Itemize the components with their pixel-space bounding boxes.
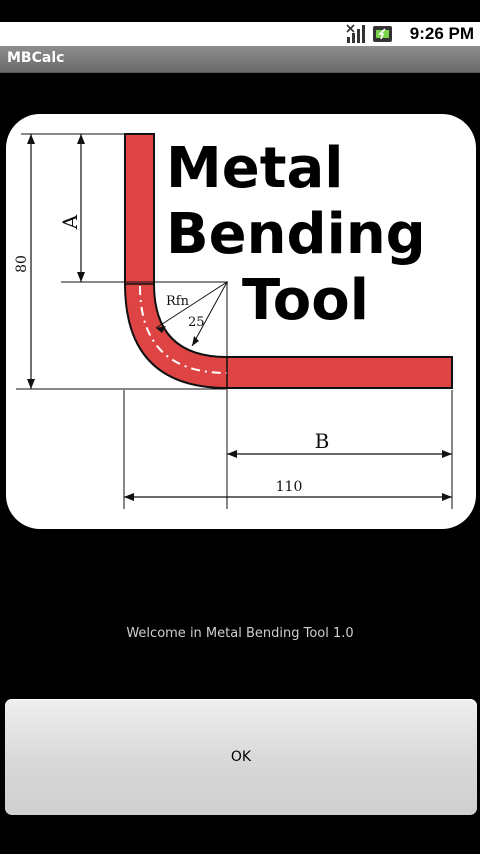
ok-button[interactable]: OK [5, 699, 477, 815]
status-time: 9:26 PM [409, 24, 474, 43]
dimension-height-label: 80 [14, 255, 30, 273]
radius-label: Rfn [166, 294, 190, 309]
status-icons [346, 24, 394, 44]
logo-title-line-3: Tool [242, 268, 369, 333]
signal-icon [346, 24, 365, 43]
logo-title-line-2: Bending [166, 202, 426, 267]
battery-icon [373, 26, 392, 42]
app-title: MBCalc [7, 50, 65, 66]
bending-diagram: A 80 Rfn 25 B 110 Metal Bending Tool [14, 133, 453, 509]
dimension-b-label: B [315, 429, 330, 453]
angle-label: 25 [188, 315, 205, 330]
app-logo: A 80 Rfn 25 B 110 Metal Bending Tool [6, 114, 476, 529]
logo-title-line-1: Metal [166, 136, 343, 201]
welcome-message: Welcome in Metal Bending Tool 1.0 [126, 626, 354, 641]
status-bar: 9:26 PM [0, 22, 480, 46]
dimension-a-label: A [58, 214, 82, 230]
app-titlebar: MBCalc [0, 46, 480, 73]
dimension-width-label: 110 [276, 479, 303, 495]
